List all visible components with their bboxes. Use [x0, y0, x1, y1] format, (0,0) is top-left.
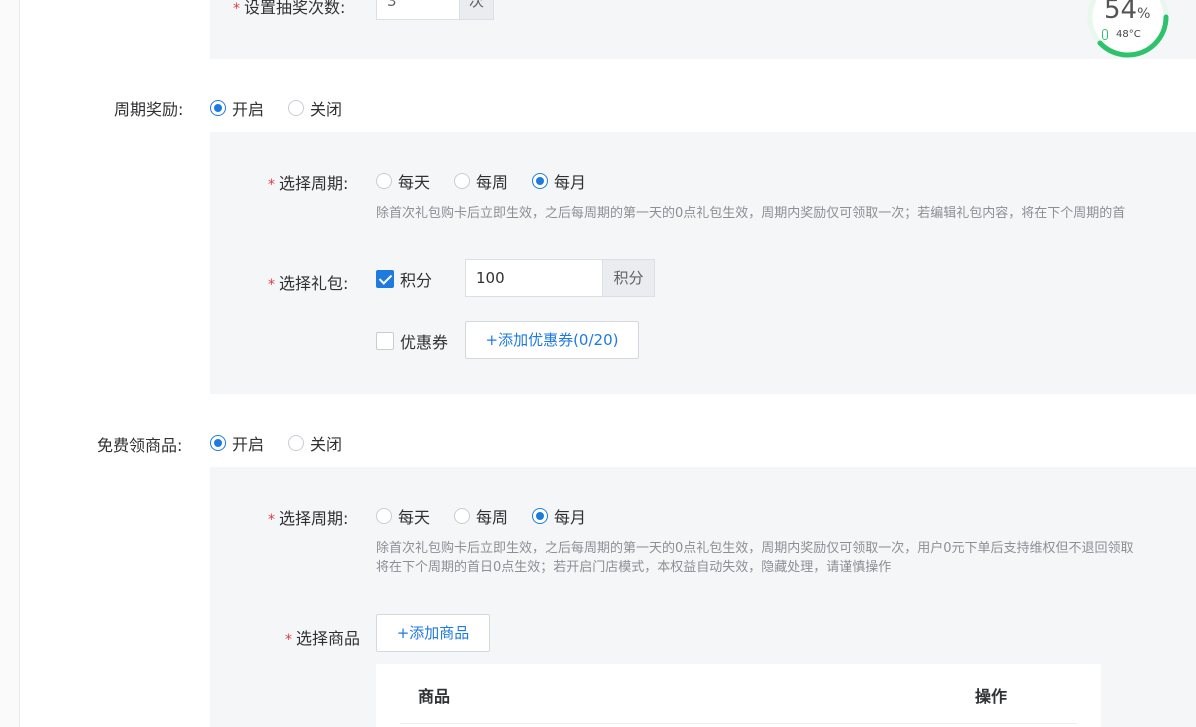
cycle-period-weekly-radio[interactable]: 每周: [454, 169, 508, 193]
points-input-suffix: 积分: [603, 259, 655, 297]
lottery-count-input[interactable]: 3: [376, 0, 460, 20]
usage-percent-unit: %: [1137, 6, 1151, 22]
lottery-panel: [210, 0, 1196, 59]
cycle-reward-on-radio[interactable]: 开启: [210, 96, 264, 120]
points-input[interactable]: 100: [465, 259, 603, 297]
free-goods-radio-group: 开启 关闭: [210, 431, 366, 455]
cycle-reward-off-radio[interactable]: 关闭: [288, 96, 342, 120]
free-goods-hint-line1: 除首次礼包购卡后立即生效，之后每周期的第一天的0点礼包生效，周期内奖励仅可领取一…: [376, 541, 1134, 556]
cycle-period-radio-group: 每天 每周 每月: [376, 169, 610, 193]
free-goods-label: 免费领商品:: [97, 436, 183, 455]
lottery-count-suffix: 次: [460, 0, 494, 20]
goods-select-label: * 选择商品: [285, 629, 361, 648]
cycle-period-hint: 除首次礼包购卡后立即生效，之后每周期的第一天的0点礼包生效，周期内奖励仅可领取一…: [376, 206, 1126, 221]
thermometer-icon: [1102, 29, 1108, 40]
points-input-group: 100 积分: [465, 259, 655, 297]
cycle-period-label: * 选择周期:: [268, 174, 349, 193]
usage-percent: 54: [1104, 0, 1138, 25]
cycle-reward-panel: [210, 132, 1196, 394]
gift-select-label: * 选择礼包:: [268, 274, 349, 293]
cycle-reward-label: 周期奖励:: [114, 100, 184, 119]
lottery-count-input-group: 3 次: [376, 0, 494, 20]
checkbox-checked-icon: [376, 270, 394, 288]
add-coupon-button[interactable]: +添加优惠券(0/20): [465, 321, 639, 359]
temperature-value: 48°C: [1116, 29, 1141, 40]
actions-column-header: 操作: [975, 687, 1008, 706]
free-goods-period-weekly-radio[interactable]: 每周: [454, 504, 508, 528]
goods-table: 商品 操作: [376, 664, 1101, 727]
cycle-period-daily-radio[interactable]: 每天: [376, 169, 430, 193]
free-goods-period-label: * 选择周期:: [268, 509, 349, 528]
free-goods-period-radio-group: 每天 每周 每月: [376, 504, 610, 528]
free-goods-hint-line2: 将在下个周期的首日0点生效；若开启门店模式，本权益自动失效，隐藏处理，请谨慎操作: [376, 560, 892, 575]
cycle-reward-radio-group: 开启 关闭: [210, 96, 366, 120]
coupon-checkbox[interactable]: 优惠券: [376, 329, 448, 353]
goods-column-header: 商品: [418, 687, 451, 706]
lottery-count-label: * 设置抽奖次数:: [233, 0, 346, 17]
checkbox-unchecked-icon: [376, 332, 394, 350]
free-goods-period-daily-radio[interactable]: 每天: [376, 504, 430, 528]
table-header-divider: [400, 723, 1077, 724]
free-goods-period-monthly-radio[interactable]: 每月: [532, 504, 586, 528]
left-sidebar-edge: [0, 0, 20, 727]
system-monitor-widget[interactable]: 54% 48°C: [1086, 0, 1170, 59]
points-checkbox[interactable]: 积分: [376, 267, 432, 291]
add-goods-button[interactable]: +添加商品: [376, 614, 490, 652]
cycle-period-monthly-radio[interactable]: 每月: [532, 169, 586, 193]
free-goods-on-radio[interactable]: 开启: [210, 431, 264, 455]
free-goods-off-radio[interactable]: 关闭: [288, 431, 342, 455]
